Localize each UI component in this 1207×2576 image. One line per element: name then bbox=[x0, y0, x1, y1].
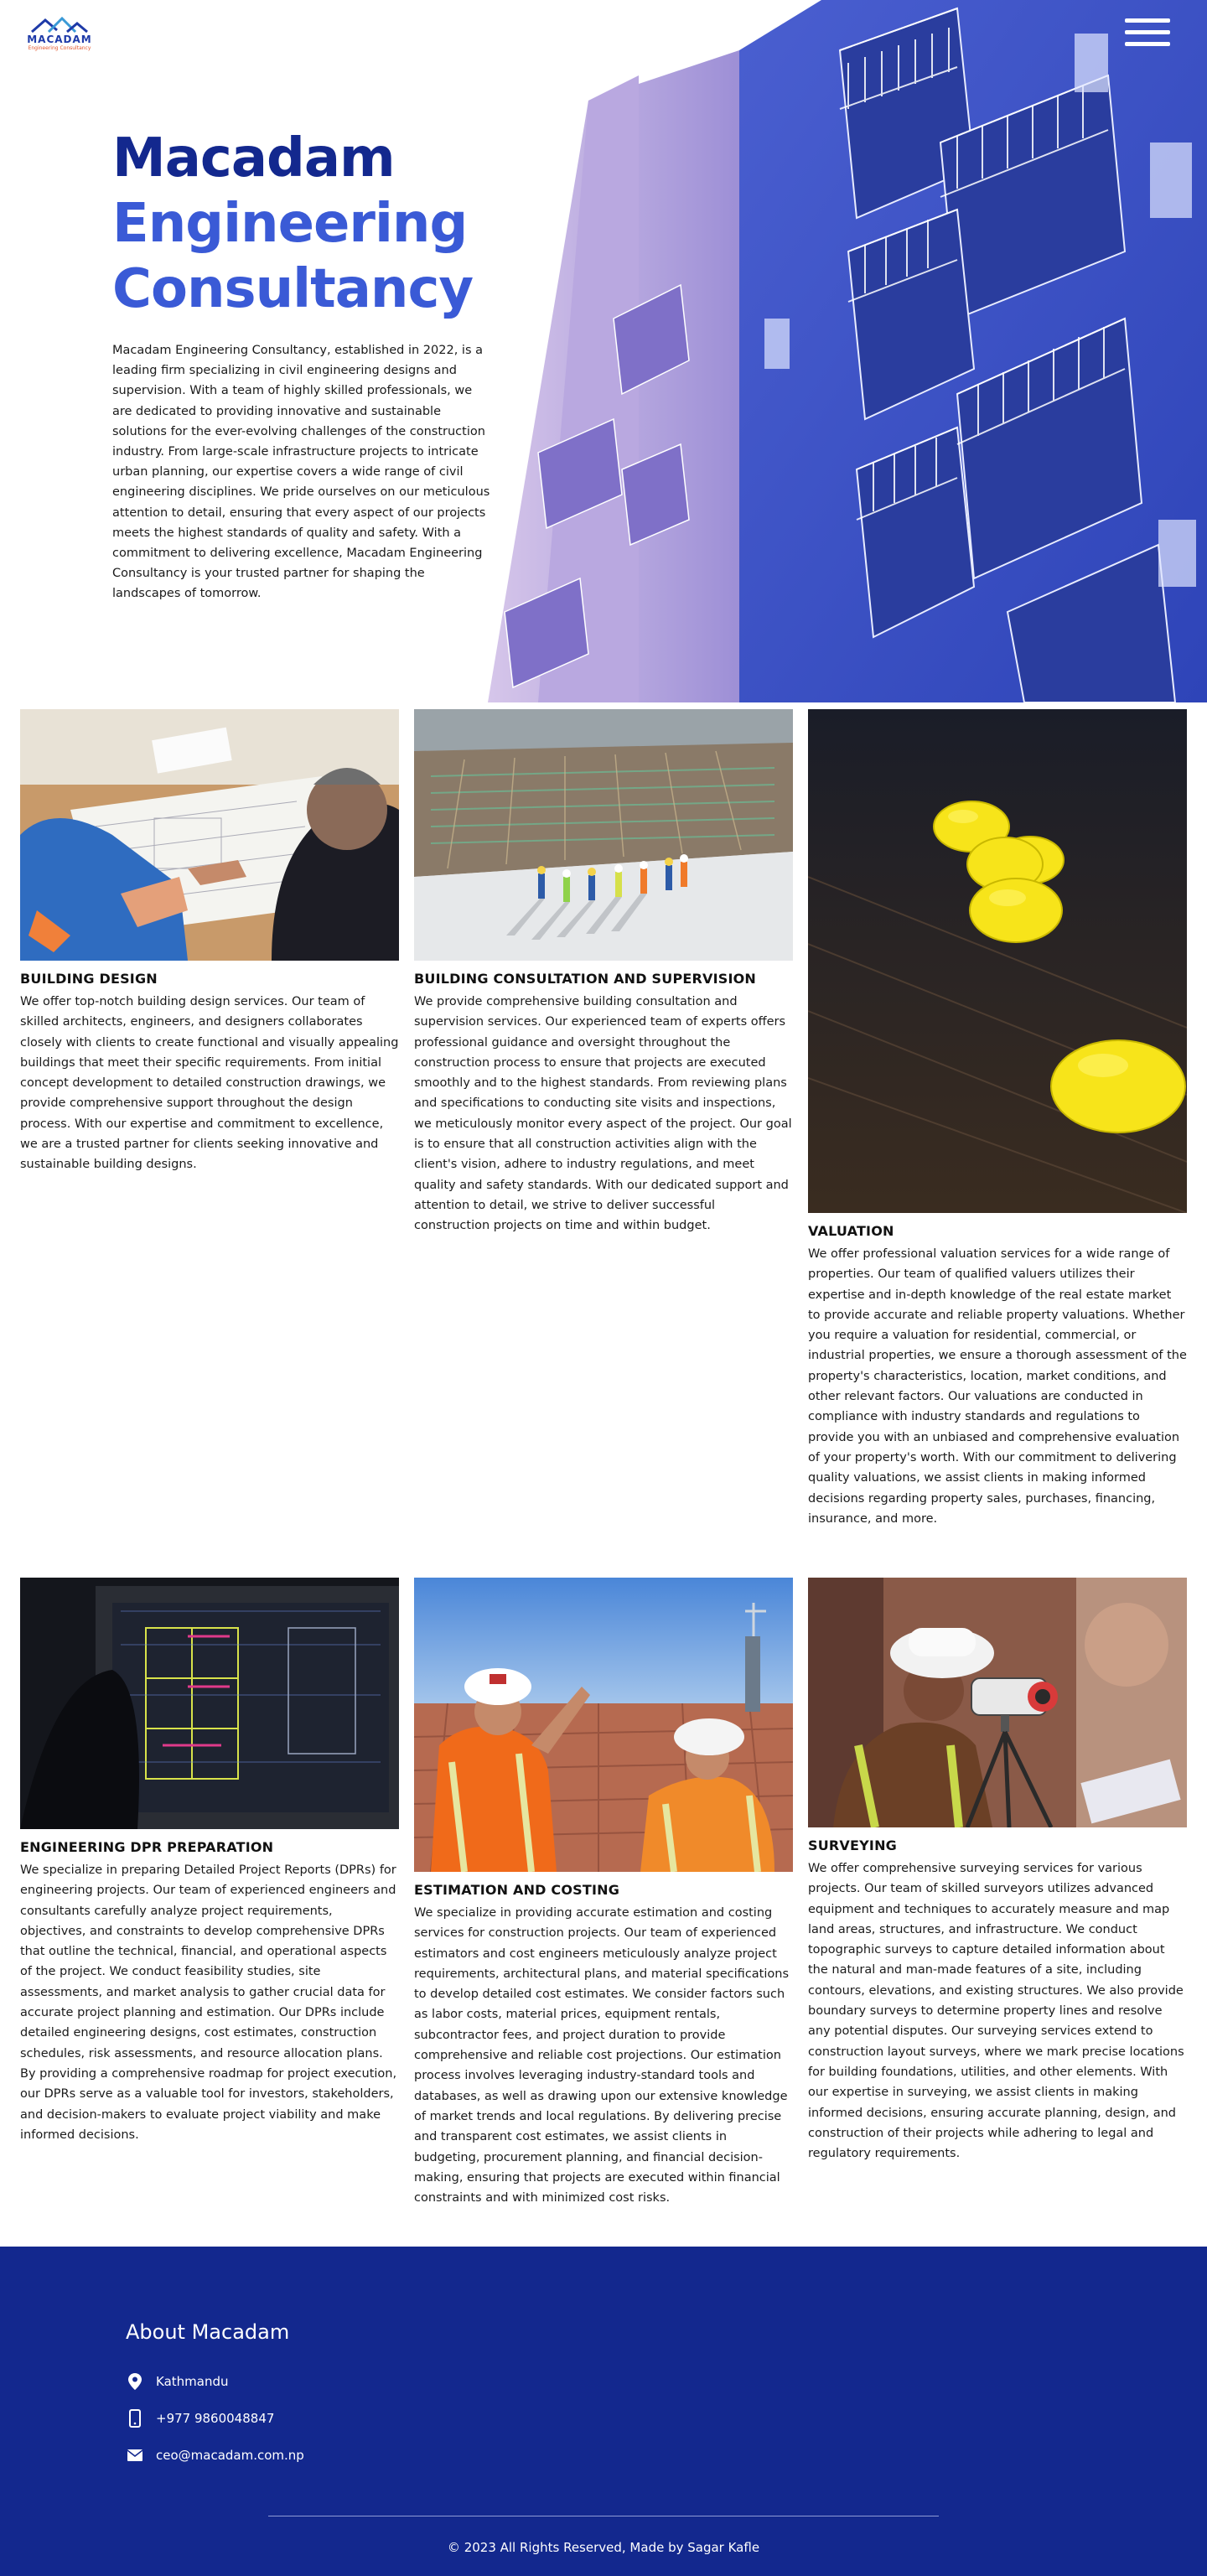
service-title: ESTIMATION AND COSTING bbox=[414, 1882, 620, 1898]
envelope-icon bbox=[126, 2446, 144, 2465]
service-card-engineering-dpr: ENGINEERING DPR PREPARATION We specializ… bbox=[20, 1578, 399, 2145]
service-image-estimation-costing bbox=[414, 1578, 793, 1872]
hero-building-image bbox=[488, 0, 1207, 702]
hero-title-line1: Macadam bbox=[112, 127, 396, 189]
service-title: BUILDING CONSULTATION AND SUPERVISION bbox=[414, 971, 757, 987]
service-description: We specialize in providing accurate esti… bbox=[414, 1906, 790, 2205]
hero-title-line2: Engineering bbox=[112, 193, 468, 255]
phone-icon bbox=[126, 2409, 144, 2428]
service-image-engineering-dpr bbox=[20, 1578, 399, 1829]
brand-logo[interactable]: MACADAM Engineering Consultancy bbox=[23, 15, 96, 52]
footer-about-title: About Macadam bbox=[126, 2320, 290, 2344]
footer-email[interactable]: ceo@macadam.com.np bbox=[126, 2446, 304, 2465]
logo-subtitle: Engineering Consultancy bbox=[28, 45, 91, 51]
footer-location-text: Kathmandu bbox=[156, 2374, 229, 2389]
service-title: ENGINEERING DPR PREPARATION bbox=[20, 1839, 274, 1855]
service-image-consultation-supervision bbox=[414, 709, 793, 961]
service-image-building-design bbox=[20, 709, 399, 961]
service-image-valuation bbox=[808, 709, 1187, 1213]
hero-section: MACADAM Engineering Consultancy Macadam … bbox=[0, 0, 1207, 702]
service-description: We offer professional valuation services… bbox=[808, 1247, 1187, 1526]
logo-text: MACADAM bbox=[27, 34, 92, 45]
service-title: VALUATION bbox=[808, 1223, 894, 1239]
footer-phone-text: +977 9860048847 bbox=[156, 2411, 275, 2426]
footer-location[interactable]: Kathmandu bbox=[126, 2372, 229, 2391]
menu-icon[interactable] bbox=[1125, 18, 1170, 47]
footer-copyright: © 2023 All Rights Reserved, Made by Saga… bbox=[447, 2540, 760, 2555]
location-pin-icon bbox=[126, 2372, 144, 2391]
service-description: We offer comprehensive surveying service… bbox=[808, 1862, 1184, 2161]
service-description: We provide comprehensive building consul… bbox=[414, 995, 792, 1233]
service-title: SURVEYING bbox=[808, 1837, 898, 1853]
service-card-building-design: BUILDING DESIGN We offer top-notch build… bbox=[20, 709, 399, 1175]
service-description: We offer top-notch building design servi… bbox=[20, 995, 399, 1172]
service-card-consultation-supervision: BUILDING CONSULTATION AND SUPERVISION We… bbox=[414, 709, 793, 1236]
hero-description: Macadam Engineering Consultancy, establi… bbox=[112, 344, 490, 601]
footer-phone[interactable]: +977 9860048847 bbox=[126, 2409, 274, 2428]
hero-title: Macadam Engineering Consultancy bbox=[112, 126, 531, 322]
service-image-surveying bbox=[808, 1578, 1187, 1827]
service-card-estimation-costing: ESTIMATION AND COSTING We specialize in … bbox=[414, 1578, 793, 2208]
service-description: We specialize in preparing Detailed Proj… bbox=[20, 1863, 397, 2142]
service-title: BUILDING DESIGN bbox=[20, 971, 158, 987]
footer: About Macadam Kathmandu +977 9860048847 … bbox=[0, 2247, 1207, 2576]
logo-roof-icon bbox=[31, 16, 88, 34]
service-card-surveying: SURVEYING We offer comprehensive surveyi… bbox=[808, 1578, 1187, 2164]
hero-title-line3: Consultancy bbox=[112, 258, 474, 320]
footer-email-text: ceo@macadam.com.np bbox=[156, 2448, 304, 2463]
service-card-valuation: VALUATION We offer professional valuatio… bbox=[808, 709, 1187, 1529]
